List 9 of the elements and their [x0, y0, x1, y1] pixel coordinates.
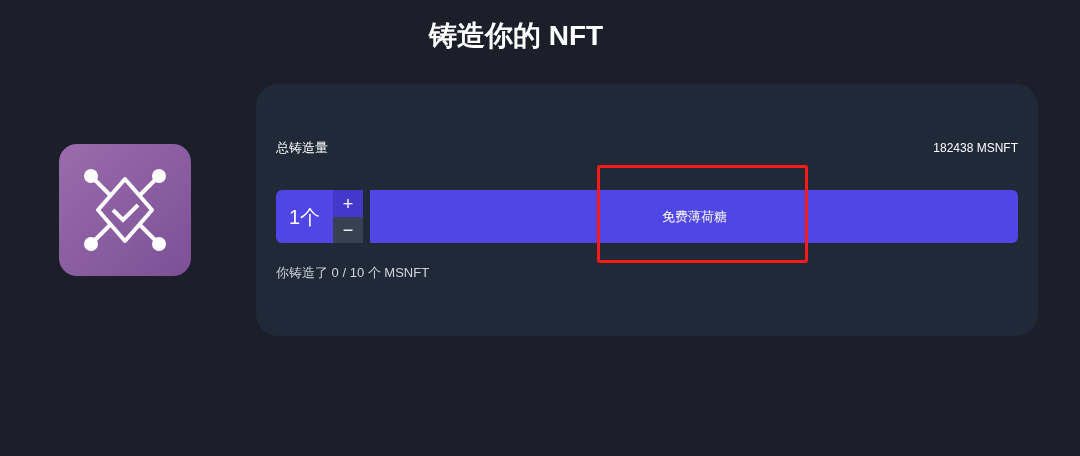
minted-count-text: 你铸造了 0 / 10 个 MSNFT	[276, 264, 431, 282]
diamond-check-icon	[84, 169, 166, 251]
total-minted-label: 总铸造量	[276, 139, 328, 158]
mint-button[interactable]: 免费薄荷糖	[370, 190, 1018, 243]
decrement-button[interactable]: −	[333, 217, 363, 243]
page-title: 铸造你的 NFT	[428, 19, 604, 53]
total-minted-value: 182438 MSNFT	[933, 140, 1018, 157]
quantity-display: 1个	[276, 190, 333, 243]
increment-button[interactable]: +	[333, 190, 363, 217]
